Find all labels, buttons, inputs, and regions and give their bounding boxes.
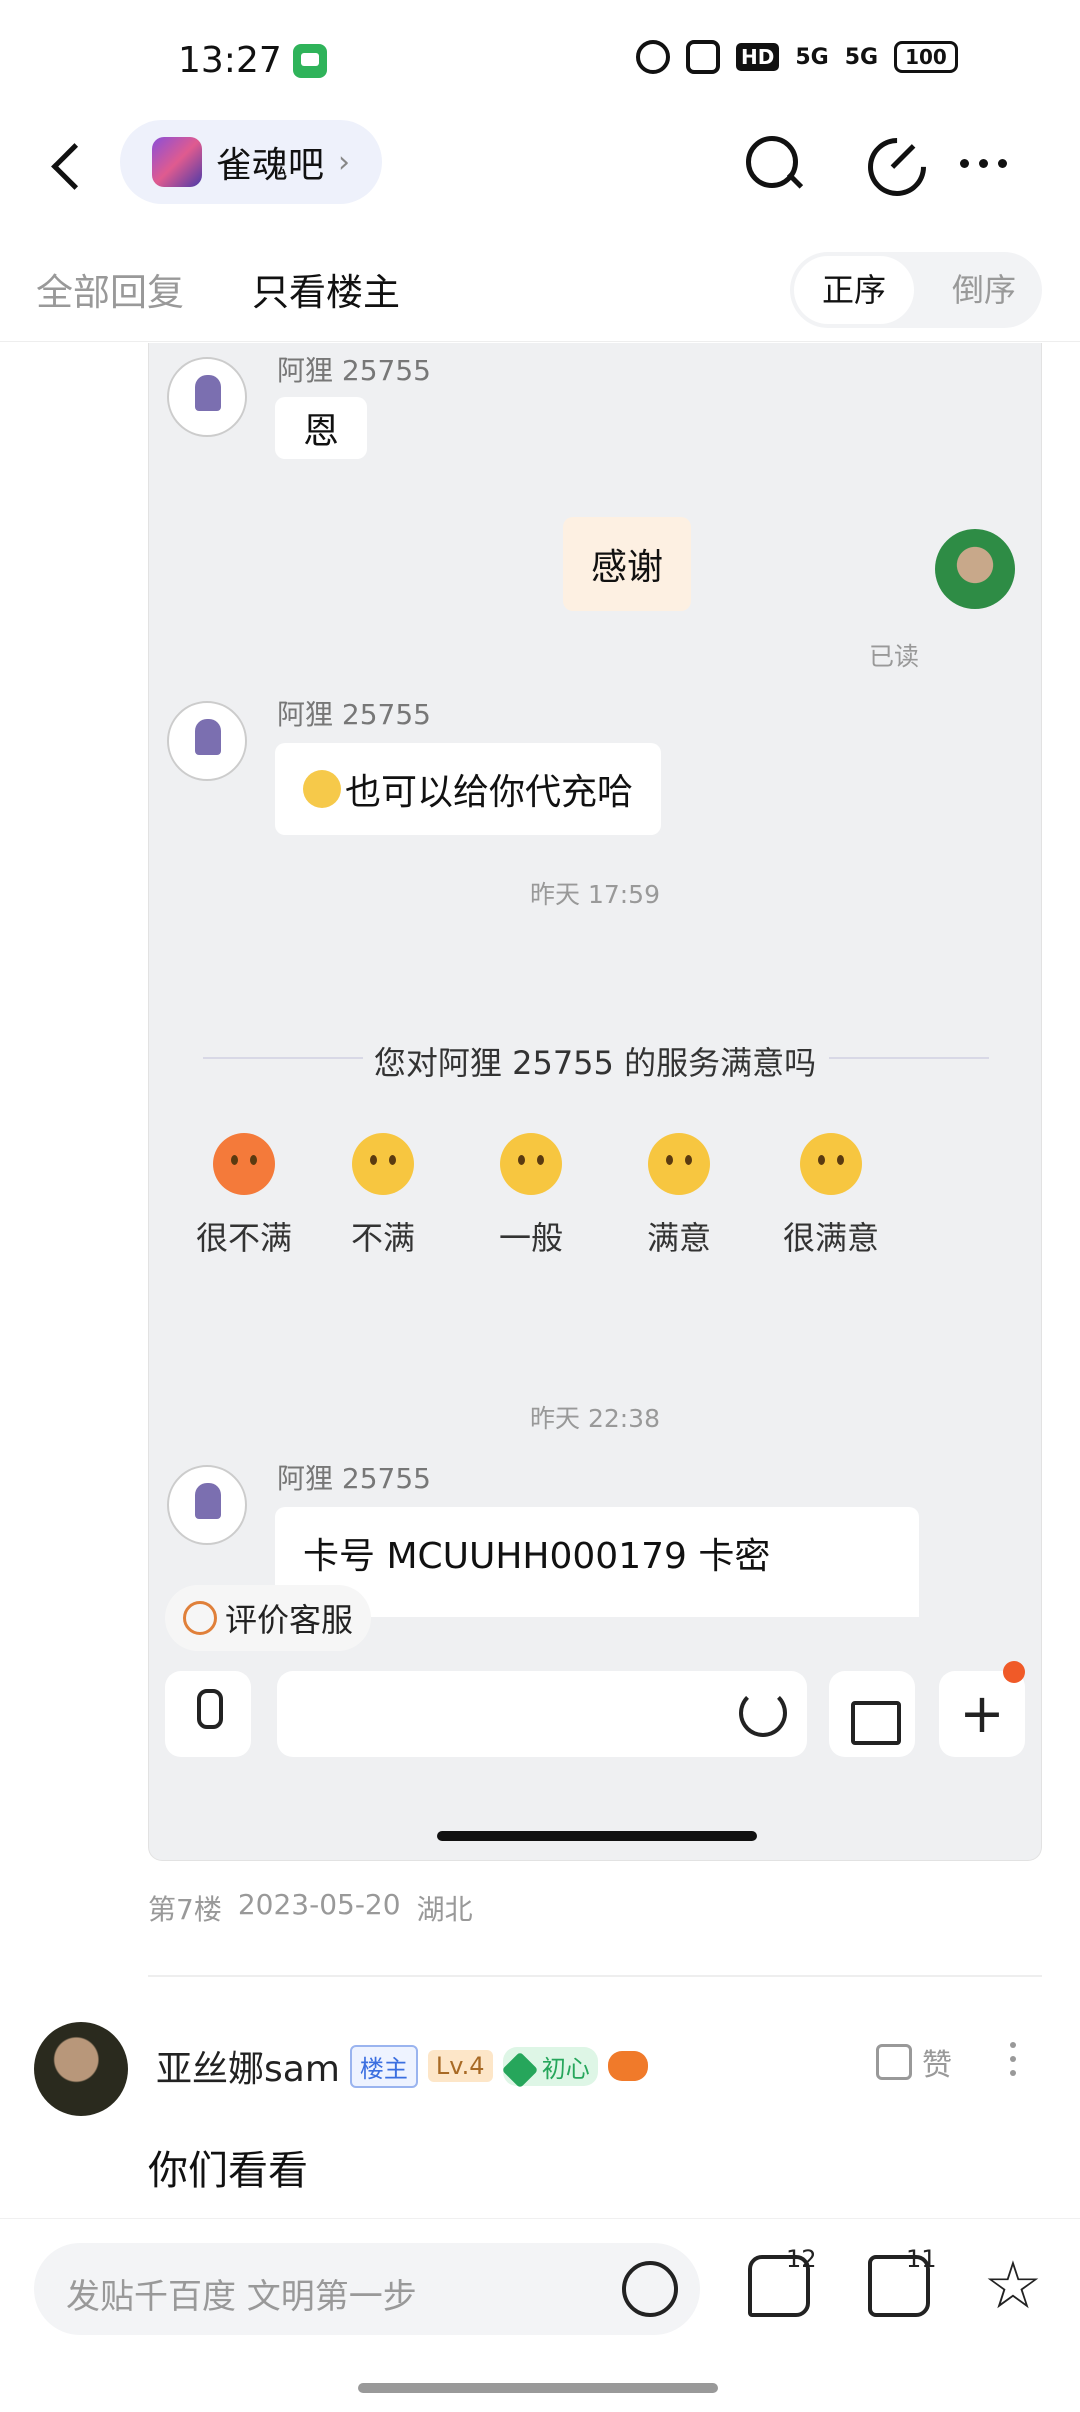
signal-icon-1: 5G <box>795 44 829 70</box>
post-location: 湖北 <box>416 1893 473 1926</box>
notification-dot <box>1003 1661 1025 1683</box>
battery-icon: 100 <box>894 41 958 73</box>
game-badge-icon <box>607 2051 648 2081</box>
hd-voice-icon: HD <box>736 43 780 71</box>
thumb-up-icon <box>876 2044 912 2080</box>
agent-name: 阿狸 25755 <box>277 1462 431 1495</box>
rating-very-satisfied[interactable]: 很满意 <box>771 1133 891 1259</box>
read-status: 已读 <box>869 642 920 671</box>
agent-avatar <box>167 1465 247 1545</box>
reply-filter-bar: 全部回复 只看楼主 正序 倒序 <box>0 240 1080 342</box>
avatar[interactable] <box>34 2022 128 2116</box>
angry-face-icon <box>213 1133 275 1195</box>
survey-title: 您对阿狸 25755 的服务满意吗 <box>373 1044 817 1082</box>
agent-avatar <box>167 357 247 437</box>
agent-avatar <box>167 701 247 781</box>
emoji-icon[interactable] <box>622 2261 678 2317</box>
more-icon[interactable] <box>960 132 1022 194</box>
back-arrow-icon[interactable] <box>40 134 100 194</box>
divider <box>148 1975 1042 1977</box>
laugh-face-icon <box>800 1133 862 1195</box>
my-message: 感谢 <box>563 517 692 611</box>
post-date: 2023-05-20 <box>237 1888 401 1921</box>
plus-icon[interactable]: + <box>939 1671 1025 1757</box>
floor-number: 第7楼 <box>148 1893 222 1926</box>
chat-input-bar: + <box>149 1657 1041 1777</box>
edit-icon[interactable] <box>862 132 924 194</box>
frown-face-icon <box>352 1133 414 1195</box>
forum-avatar <box>152 137 202 187</box>
home-indicator <box>358 2383 718 2393</box>
rating-neutral[interactable]: 一般 <box>483 1133 579 1259</box>
smile-icon <box>183 1601 217 1635</box>
post-meta: 第7楼 2023-05-20 湖北 <box>148 1888 473 1928</box>
mute-bell-icon <box>686 40 720 74</box>
status-time: 13:27 <box>178 40 282 81</box>
more-vertical-icon[interactable] <box>1010 2042 1016 2076</box>
status-icons: HD 5G 5G 100 <box>636 40 958 74</box>
gem-icon <box>501 2051 538 2088</box>
evaluate-agent-chip[interactable]: 评价客服 <box>165 1585 372 1651</box>
agent-message: 也可以给你代充哈 <box>275 743 662 835</box>
sort-toggle: 正序 倒序 <box>790 252 1042 328</box>
agent-message-cut: 卡号 MCUUHH000179 卡密 <box>275 1507 919 1617</box>
tab-all-replies[interactable]: 全部回复 <box>36 262 184 316</box>
signal-icon-2: 5G <box>844 44 879 70</box>
reply-text: 你们看看 <box>148 2148 308 2194</box>
comment-count: 12 <box>786 2245 817 2273</box>
rating-label: 很满意 <box>782 1219 879 1257</box>
compose-input[interactable]: 发贴千百度 文明第一步 <box>34 2243 700 2335</box>
heart-badge: 1初心 <box>501 2046 598 2088</box>
post-image[interactable]: 阿狸 25755 恩 感谢 已读 阿狸 25755 也可以给你代充哈 昨天 17… <box>148 343 1042 1861</box>
alarm-icon <box>636 40 670 74</box>
shopping-bag-icon[interactable] <box>829 1671 915 1757</box>
rating-label: 一般 <box>498 1219 563 1257</box>
neutral-face-icon <box>500 1133 562 1195</box>
home-indicator <box>437 1831 757 1841</box>
username[interactable]: 亚丝娜sam <box>156 2040 340 2092</box>
compose-placeholder: 发贴千百度 文明第一步 <box>66 2277 417 2317</box>
emoji-icon <box>303 770 341 808</box>
like-button[interactable]: 赞 <box>876 2040 952 2084</box>
like-label: 赞 <box>922 2048 952 2083</box>
message-app-icon <box>293 44 327 78</box>
forum-pill[interactable]: 雀魂吧 › <box>120 120 383 204</box>
rating-unsatisfied[interactable]: 不满 <box>335 1133 431 1259</box>
timestamp: 昨天 17:59 <box>530 880 660 909</box>
like-count: 11 <box>906 2245 937 2273</box>
reply-header: 亚丝娜sam 楼主 Lv.4 1初心 <box>156 2040 648 2092</box>
star-icon[interactable]: ☆ <box>982 2253 1044 2319</box>
chat-text-field[interactable] <box>277 1671 807 1757</box>
rating-satisfied[interactable]: 满意 <box>631 1133 727 1259</box>
emoji-icon[interactable] <box>739 1689 787 1737</box>
voice-input-icon[interactable] <box>165 1671 251 1757</box>
agent-name: 阿狸 25755 <box>277 698 431 731</box>
timestamp: 昨天 22:38 <box>530 1404 660 1433</box>
rating-very-unsatisfied[interactable]: 很不满 <box>189 1133 299 1259</box>
sort-asc-button[interactable]: 正序 <box>794 256 914 324</box>
heart-label: 初心 <box>541 2054 590 2083</box>
rating-label: 满意 <box>646 1219 711 1257</box>
agent-message-text: 也可以给你代充哈 <box>345 772 634 813</box>
level-badge: Lv.4 <box>427 2050 493 2082</box>
agent-name: 阿狸 25755 <box>277 354 431 387</box>
forum-name: 雀魂吧 <box>216 145 325 186</box>
bottom-bar: 发贴千百度 文明第一步 12 11 ☆ <box>0 2218 1080 2412</box>
top-nav: 雀魂吧 › <box>0 110 1080 220</box>
status-bar: 13:27 HD 5G 5G 100 <box>0 0 1080 110</box>
my-avatar <box>935 529 1015 609</box>
evaluate-label: 评价客服 <box>225 1601 354 1639</box>
rating-label: 不满 <box>350 1219 415 1257</box>
smile-face-icon <box>648 1133 710 1195</box>
host-badge: 楼主 <box>349 2044 418 2088</box>
rating-label: 很不满 <box>195 1219 292 1257</box>
chevron-right-icon: › <box>338 144 351 180</box>
tab-host-only[interactable]: 只看楼主 <box>252 262 400 316</box>
sort-desc-button[interactable]: 倒序 <box>930 256 1038 324</box>
search-icon[interactable] <box>742 132 804 194</box>
agent-message: 恩 <box>275 397 368 459</box>
